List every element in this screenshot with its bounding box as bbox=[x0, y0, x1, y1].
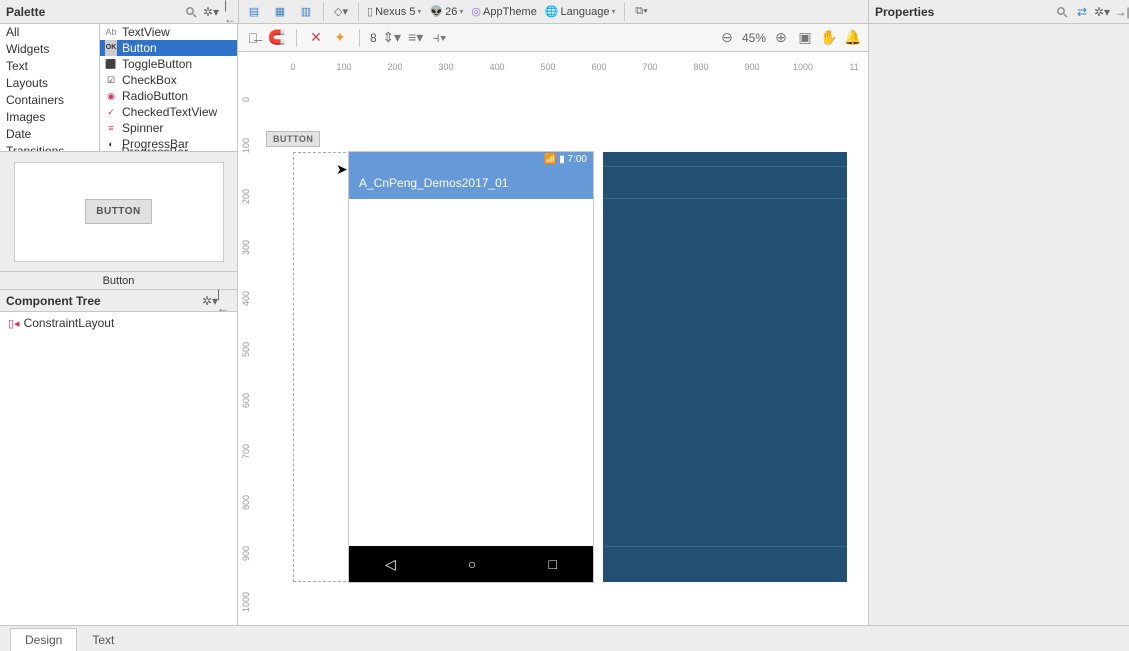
widget-icon: ☑ bbox=[104, 74, 118, 86]
app-bar: A_CnPeng_Demos2017_01 bbox=[349, 167, 593, 199]
tab-text[interactable]: Text bbox=[77, 628, 129, 651]
magnet-icon[interactable]: 🧲 bbox=[268, 29, 286, 47]
swap-icon[interactable]: ⇄ bbox=[1075, 5, 1089, 19]
gear-icon[interactable]: ✲▾ bbox=[204, 5, 218, 19]
widget-icon: ≡ bbox=[104, 122, 118, 134]
view-blueprint-icon[interactable]: ▦ bbox=[271, 3, 289, 21]
palette-item[interactable]: Ab TextView bbox=[100, 24, 237, 40]
status-time: 7:00 bbox=[568, 154, 587, 165]
language-selector[interactable]: 🌐Language▾ bbox=[545, 5, 616, 18]
ruler-horizontal: 0100200300400500600700800900100011 bbox=[278, 52, 868, 80]
palette-item[interactable]: OK Button bbox=[100, 40, 237, 56]
component-tree-title: Component Tree bbox=[6, 294, 203, 308]
palette-category[interactable]: Text bbox=[0, 58, 99, 75]
api-selector[interactable]: 👽26▾ bbox=[429, 5, 463, 18]
widget-label: ProgressBar (Horizon bbox=[122, 144, 233, 151]
nav-back-icon: ◁ bbox=[385, 556, 396, 573]
palette-item[interactable]: ≡ Spinner bbox=[100, 120, 237, 136]
search-icon[interactable] bbox=[1055, 5, 1069, 19]
tree-root-item[interactable]: ▯◂ ConstraintLayout bbox=[8, 316, 229, 330]
pan-icon[interactable]: ✋ bbox=[820, 29, 838, 47]
palette-preview-pane: BUTTON bbox=[0, 152, 237, 272]
pack-icon[interactable]: ⫞▾ bbox=[431, 29, 449, 47]
align-icon[interactable]: ≡▾ bbox=[407, 29, 425, 47]
palette-category[interactable]: Widgets bbox=[0, 41, 99, 58]
palette-item[interactable]: ✓ CheckedTextView bbox=[100, 104, 237, 120]
nav-home-icon: ○ bbox=[468, 556, 476, 572]
palette-category[interactable]: All bbox=[0, 24, 99, 41]
palette-category[interactable]: Layouts bbox=[0, 75, 99, 92]
view-design-icon[interactable]: ▤ bbox=[245, 3, 263, 21]
collapse-icon[interactable]: →| bbox=[1115, 5, 1129, 19]
search-icon[interactable] bbox=[184, 5, 198, 19]
notifications-icon[interactable]: 🔔 bbox=[844, 29, 862, 47]
widget-icon: ◉ bbox=[104, 90, 118, 102]
palette-category[interactable]: Transitions bbox=[0, 143, 99, 151]
widget-label: RadioButton bbox=[122, 88, 188, 104]
palette-widget-list: Ab TextView OK Button ⬛ ToggleButton ☑ CheckBox… bbox=[100, 24, 237, 151]
language-label: Language bbox=[561, 6, 610, 18]
default-margin-value[interactable]: 8 bbox=[370, 31, 377, 45]
cursor-icon: ➤ bbox=[336, 161, 348, 178]
wifi-icon: 📶 bbox=[544, 154, 556, 165]
widget-icon: ✓ bbox=[104, 106, 118, 118]
orientation-icon[interactable]: ◇▾ bbox=[332, 3, 350, 21]
widget-label: TextView bbox=[122, 24, 170, 40]
status-bar: 📶 ▮ 7:00 bbox=[349, 152, 593, 167]
battery-icon: ▮ bbox=[559, 154, 565, 165]
theme-selector[interactable]: ◎AppTheme bbox=[471, 5, 536, 18]
view-both-icon[interactable]: ▥ bbox=[297, 3, 315, 21]
widget-icon: OK bbox=[104, 42, 118, 54]
widget-label: ToggleButton bbox=[122, 56, 192, 72]
gear-icon[interactable]: ✲▾ bbox=[203, 294, 217, 308]
palette-item[interactable]: ◉ RadioButton bbox=[100, 88, 237, 104]
properties-title: Properties bbox=[875, 5, 1055, 19]
ruler-vertical: 01002003004005006007008009001000 bbox=[238, 80, 278, 625]
properties-panel bbox=[869, 24, 1129, 625]
margin-dropdown-icon[interactable]: ⇕▾ bbox=[383, 29, 401, 47]
tab-design[interactable]: Design bbox=[10, 628, 77, 651]
palette-item[interactable]: ☑ CheckBox bbox=[100, 72, 237, 88]
variants-icon[interactable]: ⧉▾ bbox=[633, 3, 651, 21]
drag-label: BUTTON bbox=[266, 131, 320, 147]
device-selector[interactable]: ▯Nexus 5▾ bbox=[367, 5, 421, 18]
preview-button: BUTTON bbox=[85, 199, 151, 224]
gear-icon[interactable]: ✲▾ bbox=[1095, 5, 1109, 19]
zoom-in-icon[interactable]: ⊕ bbox=[772, 29, 790, 47]
palette-title: Palette bbox=[6, 5, 184, 19]
device-name: Nexus 5 bbox=[375, 6, 415, 18]
nav-recent-icon: □ bbox=[548, 556, 556, 572]
palette-category[interactable]: Date bbox=[0, 126, 99, 143]
tree-root-label: ConstraintLayout bbox=[24, 316, 115, 330]
widget-icon: Ab bbox=[104, 26, 118, 38]
constraint-layout-icon: ▯◂ bbox=[8, 317, 20, 330]
collapse-icon[interactable]: |← bbox=[217, 294, 231, 308]
zoom-level: 45% bbox=[742, 31, 766, 45]
theme-name: AppTheme bbox=[483, 6, 537, 18]
navigation-bar: ◁ ○ □ bbox=[349, 546, 593, 582]
palette-category[interactable]: Containers bbox=[0, 92, 99, 109]
eye-hide-icon[interactable]: 👁̶ bbox=[244, 29, 262, 47]
device-body[interactable] bbox=[349, 199, 593, 546]
widget-icon: ⬛ bbox=[104, 58, 118, 70]
widget-label: CheckBox bbox=[122, 72, 177, 88]
widget-label: CheckedTextView bbox=[122, 104, 217, 120]
api-level: 26 bbox=[445, 6, 457, 18]
zoom-out-icon[interactable]: ⊖ bbox=[718, 29, 736, 47]
zoom-fit-icon[interactable]: ▣ bbox=[796, 29, 814, 47]
blueprint-preview[interactable] bbox=[603, 152, 847, 582]
infer-constraints-icon[interactable]: ✦ bbox=[331, 29, 349, 47]
preview-label: Button bbox=[0, 272, 237, 290]
palette-category-list: AllWidgetsTextLayoutsContainersImagesDat… bbox=[0, 24, 100, 151]
widget-icon: ◐ bbox=[104, 138, 118, 150]
clear-constraints-icon[interactable]: ✕ bbox=[307, 29, 325, 47]
palette-category[interactable]: Images bbox=[0, 109, 99, 126]
widget-label: Button bbox=[122, 40, 157, 56]
widget-label: Spinner bbox=[122, 120, 163, 136]
device-preview[interactable]: 📶 ▮ 7:00 A_CnPeng_Demos2017_01 ◁ ○ □ bbox=[349, 152, 593, 582]
palette-item[interactable]: ⬛ ToggleButton bbox=[100, 56, 237, 72]
collapse-icon[interactable]: |← bbox=[224, 5, 238, 19]
